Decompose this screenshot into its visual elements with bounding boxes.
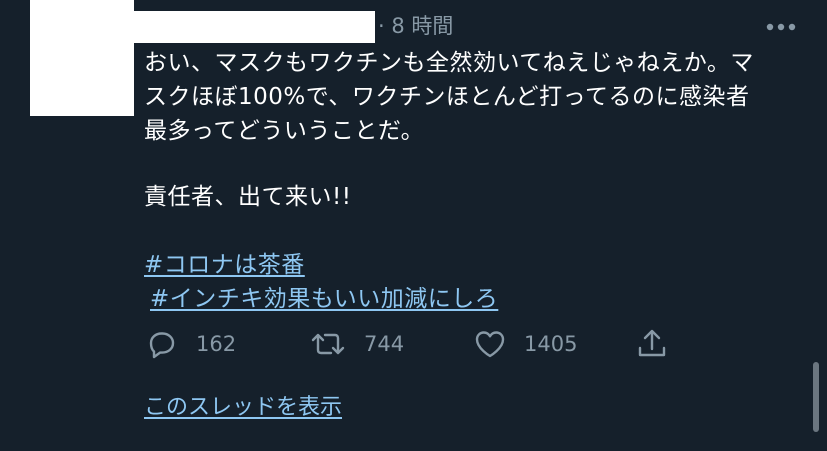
reply-count: 162	[196, 332, 237, 356]
like-count: 1405	[524, 332, 578, 356]
tweet-text-line: 最多ってどういうことだ。	[144, 118, 425, 144]
more-options-button[interactable]	[763, 14, 799, 40]
show-thread-link[interactable]: このスレッドを表示	[144, 392, 342, 424]
hashtag-list: #コロナは茶番 #インチキ効果もいい加減にしろ	[144, 248, 498, 316]
more-horizontal-icon	[766, 23, 796, 31]
share-button[interactable]	[636, 326, 668, 362]
hashtag-link[interactable]: #コロナは茶番	[144, 248, 498, 282]
tweet-timestamp[interactable]: · 8 時間	[378, 12, 453, 40]
tweet-text-line: スクほぼ100%で、ワクチンほとんど打ってるのに感染者	[144, 84, 750, 110]
reply-button[interactable]: 162	[146, 326, 236, 362]
scrollbar[interactable]	[813, 362, 819, 432]
tweet-text-line: 責任者、出て来い!!	[144, 184, 352, 210]
share-icon	[638, 329, 666, 357]
retweet-count: 744	[364, 332, 405, 356]
redacted-avatar-and-name	[30, 0, 134, 116]
retweet-icon	[311, 333, 345, 355]
tweet-text-line: おい、マスクもワクチンも全然効いてねえじゃねえか。マ	[144, 50, 754, 76]
redacted-username	[134, 11, 375, 43]
retweet-button[interactable]: 744	[310, 326, 404, 362]
hashtag-link[interactable]: #インチキ効果もいい加減にしろ	[144, 282, 498, 316]
heart-icon	[475, 331, 505, 358]
tweet-action-bar: 162 744 1405	[146, 326, 686, 362]
tweet-text: おい、マスクもワクチンも全然効いてねえじゃねえか。マ スクほぼ100%で、ワクチ…	[144, 46, 794, 214]
like-button[interactable]: 1405	[474, 326, 577, 362]
reply-bubble-icon	[149, 332, 175, 359]
